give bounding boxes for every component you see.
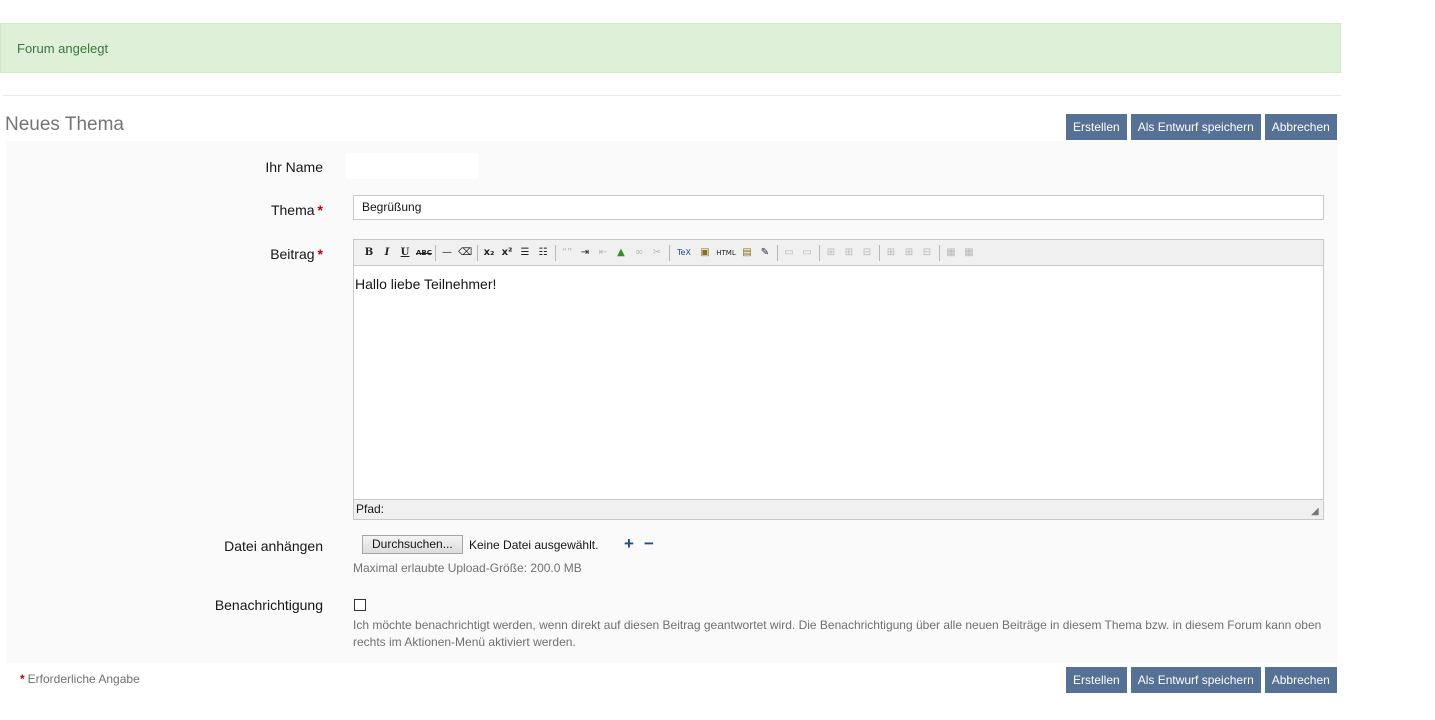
col-before-icon[interactable]: ⊞ [884,246,898,260]
remove-file-icon[interactable]: − [644,535,654,553]
numbered-list-icon[interactable]: ☷ [536,246,550,260]
add-file-icon[interactable]: + [624,535,634,553]
delete-row-icon[interactable]: ⊟ [860,246,874,260]
toolbar-separator [435,244,436,261]
delete-col-icon[interactable]: ⊟ [920,246,934,260]
top-button-bar: Erstellen Als Entwurf speichern Abbreche… [1066,114,1337,140]
beitrag-label-text: Beitrag [270,246,315,262]
attach-label: Datei anhängen [224,538,323,554]
notify-info: Ich möchte benachrichtigt werden, wenn d… [353,618,1322,649]
required-marker: * [317,246,323,262]
toolbar-separator [555,244,556,261]
name-label-text: Ihr Name [265,159,323,175]
toolbar-separator [669,244,670,261]
cancel-button[interactable]: Abbrechen [1264,114,1337,140]
notify-checkbox[interactable] [354,599,366,611]
horizontal-rule-icon[interactable]: — [440,246,454,260]
italic-icon[interactable]: I [380,246,394,260]
subscript-icon[interactable]: x₂ [482,246,496,260]
blockquote-icon[interactable]: “” [560,246,574,260]
file-status: Keine Datei ausgewählt. [469,538,599,552]
table-props-icon[interactable]: ▭ [800,246,814,260]
col-after-icon[interactable]: ⊞ [902,246,916,260]
required-note: * Erforderliche Angabe [20,672,140,686]
thema-input[interactable]: Begrüßung [353,195,1324,220]
toolbar-separator [819,244,820,261]
browse-button[interactable]: Durchsuchen... [362,535,463,554]
tex-icon[interactable]: TeX [674,246,694,260]
row-after-icon[interactable]: ⊞ [842,246,856,260]
notify-label: Benachrichtigung [215,597,323,613]
image-icon[interactable]: ▲ [614,246,628,260]
split-cells-icon[interactable]: ▦ [962,246,976,260]
success-message-text: Forum angelegt [17,41,109,56]
success-message: Forum angelegt [0,23,1341,73]
html-icon[interactable]: HTML [716,246,736,260]
bullet-list-icon[interactable]: ☰ [518,246,532,260]
bottom-button-bar: Erstellen Als Entwurf speichern Abbreche… [1066,667,1337,693]
paste-icon[interactable]: ▣ [698,246,712,260]
indent-icon[interactable]: ⇥ [578,246,592,260]
toolbar-separator [939,244,940,261]
required-marker: * [20,672,25,686]
editor-path-label: Pfad: [356,502,385,516]
notify-label-text: Benachrichtigung [214,597,323,613]
beitrag-label: Beitrag * [270,246,323,262]
rich-text-editor[interactable]: B I U ABC — ⌫ x₂ x² ☰ ☷ “” ⇥ ⇤ ▲ ∞ ✂ TeX… [353,239,1324,520]
page-title: Neues Thema [5,114,124,135]
name-field [346,153,478,179]
editor-toolbar: B I U ABC — ⌫ x₂ x² ☰ ☷ “” ⇥ ⇤ ▲ ∞ ✂ TeX… [354,240,1323,266]
cancel-button[interactable]: Abbrechen [1264,667,1337,693]
toolbar-separator [879,244,880,261]
underline-icon[interactable]: U [398,246,412,260]
eraser-icon[interactable]: ⌫ [458,246,472,260]
paste-word-icon[interactable]: ▤ [740,246,754,260]
editor-content[interactable]: Hallo liebe Teilnehmer! [355,276,496,292]
row-before-icon[interactable]: ⊞ [824,246,838,260]
upload-limit-info: Maximal erlaubte Upload-Größe: 200.0 MB [353,561,582,575]
strikethrough-icon[interactable]: ABC [416,246,432,260]
toolbar-separator [777,244,778,261]
thema-label-text: Thema [270,202,315,218]
toolbar-separator [477,244,478,261]
editor-path-bar: Pfad: ◢ [354,499,1323,519]
attach-label-text: Datei anhängen [224,538,323,554]
link-icon[interactable]: ∞ [632,246,646,260]
table-icon[interactable]: ▭ [782,246,796,260]
superscript-icon[interactable]: x² [500,246,514,260]
required-marker: * [317,202,323,218]
required-note-text: Erforderliche Angabe [27,672,140,686]
separator [3,95,1341,96]
edit-icon[interactable]: ✎ [758,246,772,260]
name-label: Ihr Name [265,159,323,175]
create-button[interactable]: Erstellen [1066,114,1127,140]
merge-cells-icon[interactable]: ▦ [944,246,958,260]
thema-label: Thema * [271,202,323,218]
outdent-icon[interactable]: ⇤ [596,246,610,260]
bold-icon[interactable]: B [362,246,376,260]
create-button[interactable]: Erstellen [1066,667,1127,693]
save-draft-button[interactable]: Als Entwurf speichern [1130,667,1261,693]
resize-grip-icon[interactable]: ◢ [1311,507,1321,517]
unlink-icon[interactable]: ✂ [650,246,664,260]
save-draft-button[interactable]: Als Entwurf speichern [1130,114,1261,140]
